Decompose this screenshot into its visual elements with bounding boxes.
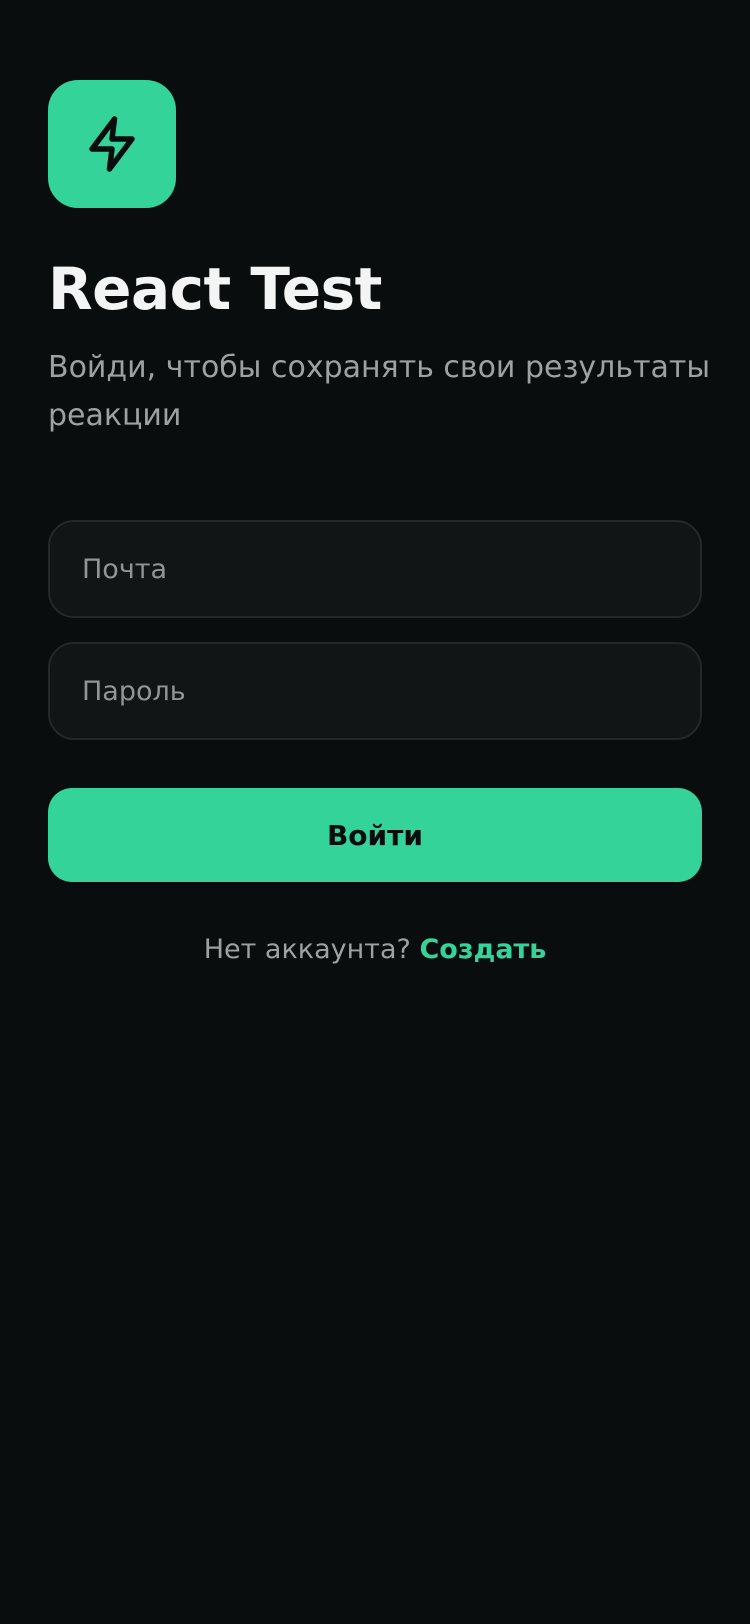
password-input[interactable] xyxy=(48,642,702,740)
login-screen: React Test Войди, чтобы сохранять свои р… xyxy=(0,0,750,1624)
email-input[interactable] xyxy=(48,520,702,618)
login-button[interactable]: Войти xyxy=(48,788,702,882)
page-subtitle: Войди, чтобы сохранять свои результаты р… xyxy=(48,350,711,433)
page-title: React Test xyxy=(48,255,382,323)
lightning-bolt-icon xyxy=(89,116,135,172)
app-logo xyxy=(48,80,176,208)
signup-prompt: Нет аккаунта? Создать xyxy=(0,928,750,972)
create-account-link[interactable]: Создать xyxy=(419,934,546,965)
signup-prompt-text: Нет аккаунта? xyxy=(203,934,411,965)
